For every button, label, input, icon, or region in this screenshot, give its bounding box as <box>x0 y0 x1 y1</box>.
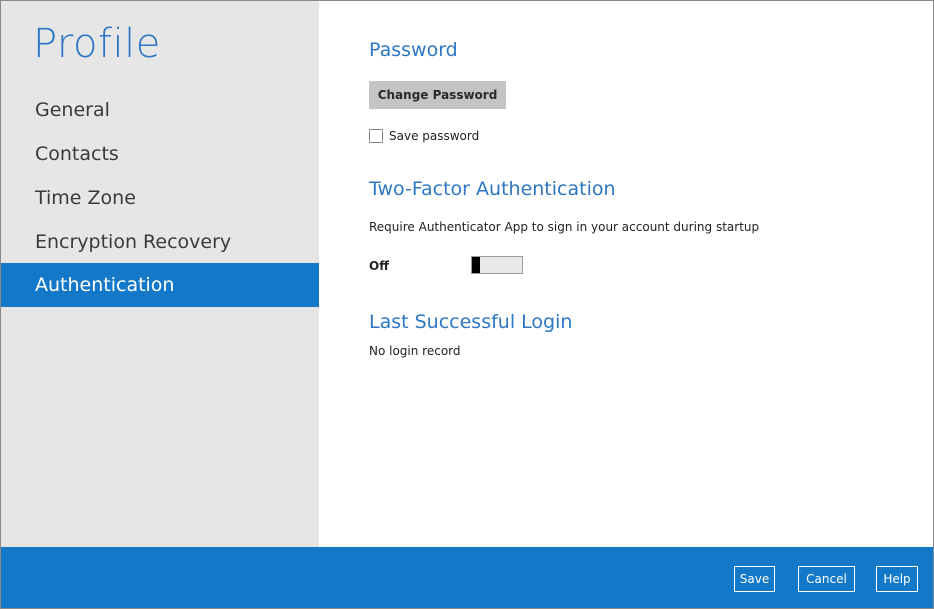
two-factor-toggle[interactable] <box>471 256 523 274</box>
two-factor-section-title: Two-Factor Authentication <box>369 178 616 200</box>
sidebar-item-authentication[interactable]: Authentication <box>1 263 319 307</box>
main-content: Password Change Password Save password T… <box>319 1 933 549</box>
save-password-label: Save password <box>389 129 480 143</box>
profile-window: Profile General Contacts Time Zone Encry… <box>0 0 934 609</box>
save-password-row: Save password <box>369 129 479 143</box>
sidebar-item-contacts[interactable]: Contacts <box>1 132 319 176</box>
sidebar-title: Profile <box>33 21 161 67</box>
sidebar: Profile General Contacts Time Zone Encry… <box>1 1 319 549</box>
password-section-title: Password <box>369 39 458 61</box>
save-button[interactable]: Save <box>734 566 775 592</box>
change-password-button[interactable]: Change Password <box>369 81 506 109</box>
sidebar-item-encryption-recovery[interactable]: Encryption Recovery <box>1 220 319 264</box>
last-login-value: No login record <box>369 344 461 358</box>
two-factor-description: Require Authenticator App to sign in you… <box>369 220 760 234</box>
sidebar-item-time-zone[interactable]: Time Zone <box>1 176 319 220</box>
toggle-knob <box>472 257 480 273</box>
save-password-checkbox[interactable] <box>369 129 383 143</box>
help-button[interactable]: Help <box>876 566 918 592</box>
last-login-section-title: Last Successful Login <box>369 311 573 333</box>
sidebar-item-general[interactable]: General <box>1 88 319 132</box>
cancel-button[interactable]: Cancel <box>798 566 855 592</box>
footer-bar: Save Cancel Help <box>1 547 933 608</box>
two-factor-state-label: Off <box>369 259 389 273</box>
